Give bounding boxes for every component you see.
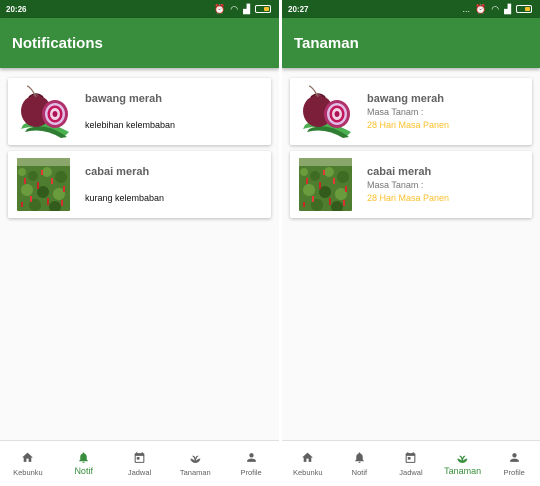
chili-field-image bbox=[299, 158, 352, 211]
nav-notif[interactable]: Notif bbox=[334, 441, 386, 486]
nav-tanaman[interactable]: Tanaman bbox=[437, 441, 489, 486]
status-bar: 20:26 ⏰ ◠ ▟ bbox=[0, 0, 279, 18]
notification-message: kelebihan kelembaban bbox=[85, 120, 176, 130]
more-notifications-icon: ... bbox=[462, 3, 470, 14]
plant-list: bawang merah Masa Tanam : 28 Hari Masa P… bbox=[282, 68, 540, 218]
plant-icon bbox=[189, 451, 202, 464]
plant-name: cabai merah bbox=[85, 166, 150, 178]
plant-icon bbox=[456, 451, 469, 464]
battery-icon bbox=[255, 5, 271, 13]
planting-period-label: Masa Tanam : bbox=[367, 107, 424, 117]
nav-kebunku[interactable]: Kebunku bbox=[0, 441, 56, 486]
nav-kebunku[interactable]: Kebunku bbox=[282, 441, 334, 486]
wifi-icon: ◠ bbox=[230, 3, 239, 14]
plant-card-bawang-merah[interactable]: bawang merah Masa Tanam : 28 Hari Masa P… bbox=[290, 78, 532, 145]
red-onion-image bbox=[299, 85, 352, 138]
plant-card-cabai-merah[interactable]: cabai merah Masa Tanam : 28 Hari Masa Pa… bbox=[290, 151, 532, 218]
notification-card-bawang-merah[interactable]: bawang merah kelebihan kelembaban bbox=[8, 78, 271, 145]
person-icon bbox=[245, 451, 258, 464]
harvest-info: 28 Hari Masa Panen bbox=[367, 120, 450, 130]
red-onion-image bbox=[17, 85, 70, 138]
nav-jadwal[interactable]: Jadwal bbox=[385, 441, 437, 486]
app-bar: Tanaman bbox=[282, 18, 540, 68]
notification-card-cabai-merah[interactable]: cabai merah kurang kelembaban bbox=[8, 151, 271, 218]
battery-icon bbox=[516, 5, 532, 13]
app-bar: Notifications bbox=[0, 18, 279, 68]
calendar-icon bbox=[404, 451, 417, 464]
signal-icon: ▟ bbox=[504, 3, 511, 14]
home-icon bbox=[301, 451, 314, 464]
person-icon bbox=[508, 451, 521, 464]
notification-message: kurang kelembaban bbox=[85, 193, 165, 203]
nav-profile[interactable]: Profile bbox=[488, 441, 540, 486]
nav-tanaman[interactable]: Tanaman bbox=[167, 441, 223, 486]
plant-name: bawang merah bbox=[85, 93, 163, 105]
status-time: 20:27 bbox=[288, 4, 309, 14]
bottom-navigation: Kebunku Notif Jadwal Tanaman Profile bbox=[0, 440, 279, 486]
planting-period-label: Masa Tanam : bbox=[367, 180, 424, 190]
plant-name: cabai merah bbox=[367, 166, 432, 178]
status-time: 20:26 bbox=[6, 4, 27, 14]
bottom-navigation: Kebunku Notif Jadwal Tanaman Profile bbox=[282, 440, 540, 486]
alarm-icon: ⏰ bbox=[214, 3, 226, 14]
bell-icon bbox=[77, 451, 90, 464]
page-title: Tanaman bbox=[294, 34, 359, 52]
alarm-icon: ⏰ bbox=[475, 3, 487, 14]
notifications-screen: 20:26 ⏰ ◠ ▟ Notifications bawang merah k… bbox=[0, 0, 279, 486]
status-bar: 20:27 ... ⏰ ◠ ▟ bbox=[282, 0, 540, 18]
tanaman-screen: 20:27 ... ⏰ ◠ ▟ Tanaman bawang merah Mas… bbox=[282, 0, 540, 486]
calendar-icon bbox=[133, 451, 146, 464]
nav-jadwal[interactable]: Jadwal bbox=[112, 441, 168, 486]
chili-field-image bbox=[17, 158, 70, 211]
page-title: Notifications bbox=[12, 34, 103, 52]
harvest-info: 28 Hari Masa Panen bbox=[367, 193, 450, 203]
notification-list: bawang merah kelebihan kelembaban cabai … bbox=[0, 68, 279, 218]
bell-icon bbox=[353, 451, 366, 464]
wifi-icon: ◠ bbox=[491, 3, 500, 14]
nav-profile[interactable]: Profile bbox=[223, 441, 279, 486]
signal-icon: ▟ bbox=[243, 3, 250, 14]
plant-name: bawang merah bbox=[367, 93, 445, 105]
nav-notif[interactable]: Notif bbox=[56, 441, 112, 486]
home-icon bbox=[21, 451, 34, 464]
